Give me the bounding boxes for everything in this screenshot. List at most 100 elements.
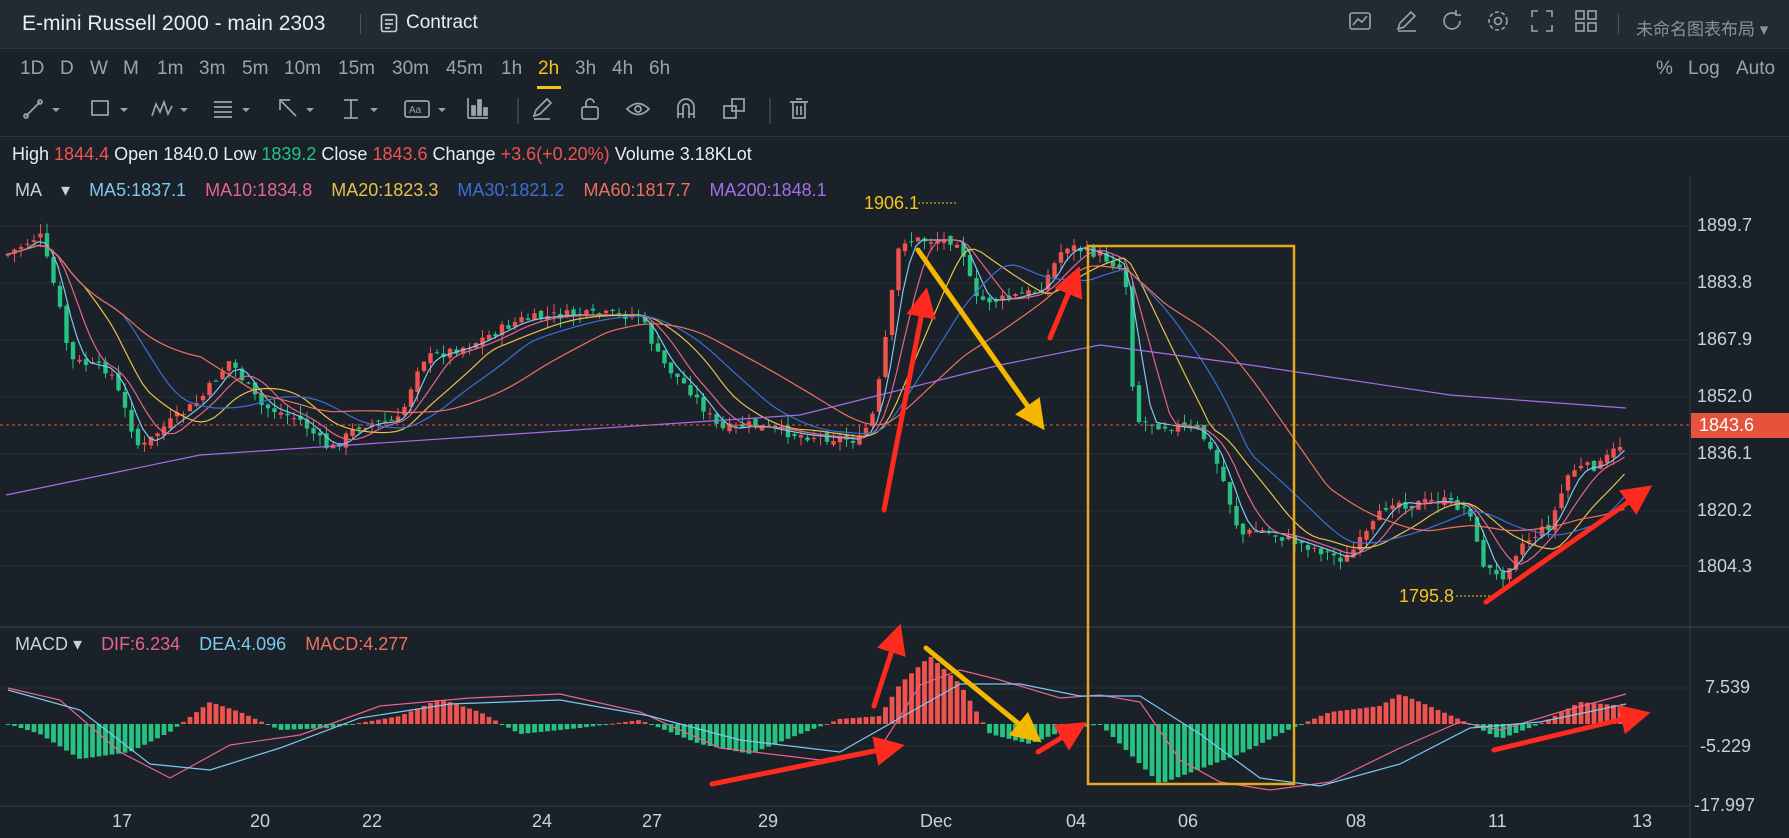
candle-body [1279, 537, 1285, 541]
macd-bar [954, 681, 960, 724]
candle-body [122, 391, 128, 408]
candle-body [1481, 540, 1486, 567]
macd-bar [1006, 724, 1012, 739]
candle-body [285, 413, 290, 416]
candle-body [259, 393, 264, 405]
candle-body [1533, 536, 1538, 538]
candle-body [168, 418, 173, 429]
macd-bar [811, 724, 817, 729]
macd-bar [597, 724, 602, 726]
ma200-value: MA200:1848.1 [709, 180, 827, 200]
macd-legend[interactable]: MACD ▾ DIF:6.234 DEA:4.096 MACD:4.277 [15, 634, 408, 655]
macd-bar [740, 724, 745, 753]
ma-line [5, 244, 1625, 544]
candle-body [376, 420, 381, 422]
macd-bar [434, 700, 440, 724]
candle-body [142, 442, 147, 445]
low-marker-label: 1795.8 [1399, 586, 1455, 606]
candle-body [1383, 508, 1389, 510]
macd-bar [265, 724, 271, 725]
macd-bar [1013, 724, 1018, 741]
macd-bar [1234, 724, 1239, 756]
macd-bar [135, 724, 141, 748]
macd-bar [974, 711, 979, 724]
macd-bar [1208, 724, 1213, 766]
macd-bar [272, 724, 277, 728]
macd-bar [1253, 724, 1259, 746]
macd-bar [408, 711, 414, 724]
macd-bar [779, 724, 784, 742]
candle-body [707, 413, 713, 415]
candle-body [532, 313, 537, 320]
macd-bar [1377, 706, 1382, 724]
price-chart[interactable] [0, 0, 1789, 838]
macd-bar [200, 707, 206, 724]
candle-body [317, 432, 323, 436]
candle-body [896, 248, 901, 291]
dif-value: DIF:6.234 [101, 634, 181, 654]
candle-body [590, 308, 596, 311]
macd-bar [1338, 710, 1343, 724]
macd-bar [1448, 715, 1454, 724]
macd-bar [142, 724, 147, 745]
ma-legend[interactable]: MA ▾ MA5:1837.1 MA10:1834.8 MA20:1823.3 … [15, 180, 841, 201]
candle-body [213, 380, 219, 382]
macd-bar [220, 706, 225, 724]
candle-body [311, 428, 316, 434]
candle-body [1422, 499, 1428, 503]
macd-bar [1416, 701, 1421, 724]
macd-bar [363, 721, 368, 724]
macd-bar [493, 720, 498, 724]
macd-bar [1396, 694, 1402, 724]
candle-body [233, 362, 238, 368]
candle-body [694, 394, 700, 398]
candle-body [291, 418, 297, 420]
macd-bar [1279, 724, 1285, 733]
candle-body [1604, 454, 1610, 463]
macd-bar [12, 724, 17, 727]
date-axis-label: 13 [1632, 811, 1653, 831]
candle-body [1526, 540, 1532, 542]
candle-body [135, 428, 141, 446]
candle-body [207, 382, 212, 396]
macd-bar [1383, 702, 1389, 724]
candle-body [220, 371, 225, 380]
macd-bar [1182, 724, 1187, 775]
macd-bar [194, 712, 199, 724]
macd-legend-label[interactable]: MACD ▾ [15, 634, 82, 654]
candle-body [1370, 521, 1376, 530]
ma-legend-label[interactable]: MA ▾ [15, 180, 70, 200]
macd-bar [1175, 724, 1181, 778]
candle-body [1338, 557, 1343, 562]
macd-bar [1591, 703, 1597, 724]
macd-value: MACD:4.277 [305, 634, 409, 654]
macd-bar [467, 708, 472, 724]
macd-bar [389, 717, 394, 724]
candle-body [109, 374, 115, 376]
candle-body [538, 310, 544, 319]
macd-bar [1305, 721, 1311, 724]
price-axis-label: 1899.7 [1697, 215, 1753, 235]
macd-bar [1123, 724, 1129, 750]
macd-bar [1325, 713, 1330, 724]
candle-body [1448, 497, 1454, 501]
macd-bar [551, 724, 557, 731]
macd-bar [922, 661, 927, 724]
candle-body [1617, 447, 1623, 451]
macd-bar [402, 714, 407, 724]
macd-bar [441, 700, 446, 724]
macd-bar [584, 724, 589, 728]
macd-bar [993, 724, 999, 736]
macd-bar [519, 724, 524, 734]
macd-bar [1533, 724, 1538, 726]
candle-body [1143, 421, 1148, 423]
macd-bar [1312, 718, 1317, 724]
macd-bar [538, 724, 544, 732]
candle-body [1312, 547, 1317, 549]
macd-bar [883, 707, 888, 724]
candle-body [1305, 545, 1311, 550]
macd-bar [987, 724, 992, 734]
candle-body [902, 243, 908, 252]
macd-bar [31, 724, 37, 733]
macd-bar [1240, 724, 1246, 753]
